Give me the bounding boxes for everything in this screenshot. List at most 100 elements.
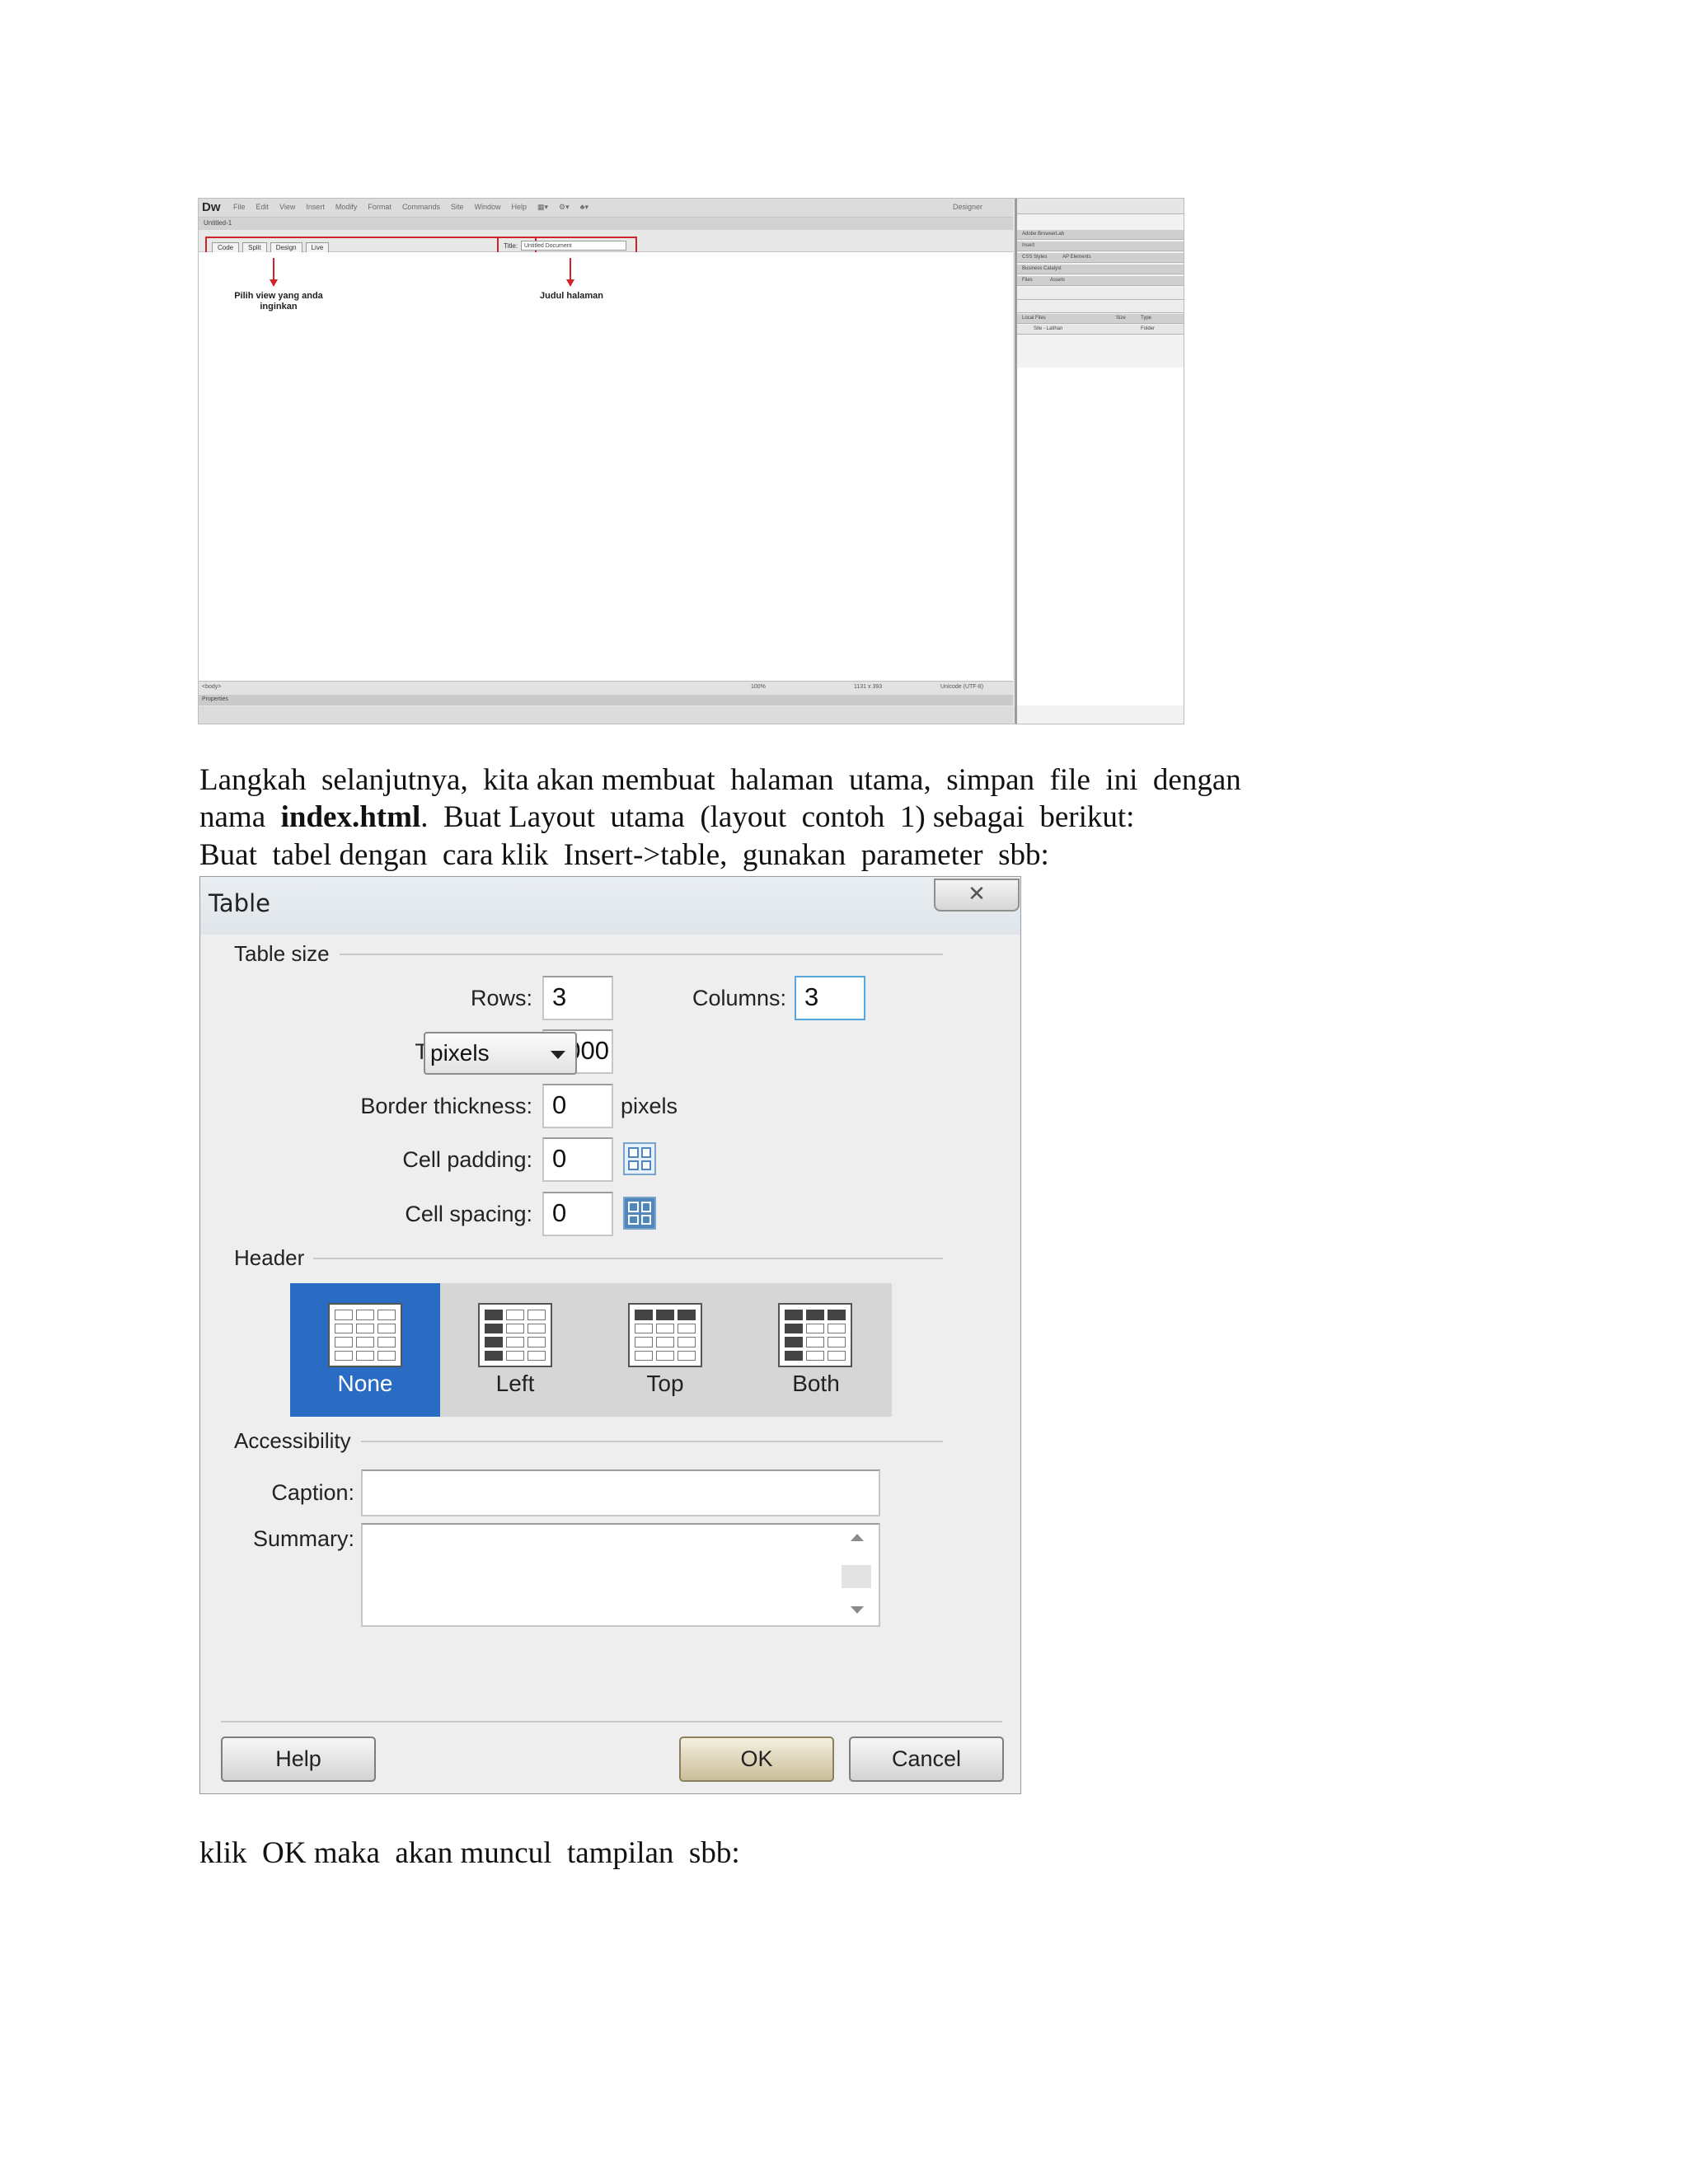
cell-spacing-input[interactable]: 0	[542, 1192, 613, 1236]
header-option-both[interactable]: Both	[740, 1283, 892, 1417]
title-label: Title:	[504, 242, 518, 250]
rows-input[interactable]: 3	[542, 976, 613, 1020]
dialog-title: Table	[209, 889, 270, 917]
rows-label: Rows:	[470, 986, 532, 1010]
menu-view[interactable]: View	[279, 203, 295, 212]
design-canvas[interactable]	[199, 252, 1013, 687]
cell-spacing-icon	[623, 1197, 656, 1230]
arrow-view	[273, 258, 274, 281]
paragraph-line-4: klik OK maka akan muncul tampilan sbb:	[199, 1836, 740, 1870]
ok-button[interactable]: OK	[679, 1736, 834, 1782]
menu-insert[interactable]: Insert	[306, 203, 325, 212]
extend-icon[interactable]: ♣▾	[580, 203, 588, 212]
annotation-title: Judul halaman	[539, 291, 604, 301]
header-option-top[interactable]: Top	[590, 1283, 740, 1417]
cell-padding-input[interactable]: 0	[542, 1137, 613, 1182]
table-both-header-icon	[778, 1303, 852, 1367]
menu-window[interactable]: Window	[474, 203, 500, 212]
files-row-name: Site - Latihan	[1034, 326, 1063, 331]
menu-format[interactable]: Format	[368, 203, 392, 212]
scroll-up-icon[interactable]	[851, 1534, 864, 1541]
menu-help[interactable]: Help	[511, 203, 527, 212]
rule-table-size	[340, 954, 943, 955]
document-tab[interactable]: Untitled-1	[199, 218, 1013, 230]
columns-input[interactable]: 3	[795, 976, 865, 1020]
section-accessibility: Accessibility	[234, 1428, 359, 1454]
design-view-button[interactable]: Design	[270, 241, 302, 253]
properties-header[interactable]: Properties	[199, 695, 1013, 705]
scroll-thumb[interactable]	[842, 1565, 871, 1588]
code-view-button[interactable]: Code	[212, 241, 240, 253]
paragraph-line-2: nama index.html. Buat Layout utama (layo…	[199, 799, 1134, 835]
table-none-icon	[328, 1303, 402, 1367]
title-input[interactable]: Untitled Document	[521, 241, 626, 251]
menu-file[interactable]: File	[233, 203, 246, 212]
paragraph-line-2-post: . Buat Layout utama (layout contoh 1) se…	[420, 800, 1135, 834]
width-unit-select[interactable]: pixels	[424, 1032, 577, 1075]
panel-insert[interactable]: Insert	[1017, 241, 1184, 251]
chevron-down-icon	[551, 1051, 565, 1059]
zoom-level[interactable]: 100%	[751, 684, 766, 690]
files-site-select[interactable]	[1017, 288, 1184, 300]
menu-site[interactable]: Site	[451, 203, 464, 212]
cell-padding-icon	[623, 1142, 656, 1175]
panel-label: Files	[1022, 278, 1033, 283]
header-option-label: Top	[646, 1371, 684, 1396]
caption-input[interactable]	[361, 1469, 880, 1516]
menu-modify[interactable]: Modify	[335, 203, 358, 212]
filename-bold: index.html	[280, 800, 421, 834]
dw-logo: Dw	[202, 200, 221, 214]
arrow-title-head	[566, 279, 574, 287]
cell-padding-label: Cell padding:	[402, 1147, 532, 1172]
border-thickness-input[interactable]: 0	[542, 1084, 613, 1128]
panel-label: CSS Styles	[1022, 255, 1048, 260]
panel-label: AP Elements	[1062, 255, 1091, 260]
panel-css[interactable]: CSS Styles AP Elements	[1017, 253, 1184, 263]
paragraph-line-1: Langkah selanjutnya, kita akan membuat h…	[199, 763, 1241, 797]
rule-buttons	[221, 1721, 1002, 1722]
panel-label: Business Catalyst	[1022, 266, 1062, 271]
menu-commands[interactable]: Commands	[402, 203, 440, 212]
gear-icon[interactable]: ⚙▾	[559, 203, 570, 212]
paragraph-line-2-pre: nama	[199, 800, 281, 834]
header-option-label: Both	[792, 1371, 840, 1396]
close-icon: ✕	[968, 882, 986, 907]
layout-icon[interactable]: ▦▾	[537, 203, 548, 212]
border-thickness-label: Border thickness:	[360, 1094, 532, 1118]
live-view-button[interactable]: Live	[305, 241, 330, 253]
summary-scrollbar[interactable]	[841, 1529, 872, 1624]
encoding: Unicode (UTF-8)	[940, 684, 984, 690]
panel-search[interactable]	[1017, 199, 1184, 214]
columns-label: Columns:	[692, 986, 786, 1010]
arrow-view-head	[270, 279, 278, 287]
header-option-label: Left	[495, 1371, 535, 1396]
header-option-none[interactable]: None	[290, 1283, 440, 1417]
summary-textarea[interactable]	[361, 1523, 880, 1627]
rule-accessibility	[361, 1441, 943, 1442]
panel-label: Insert	[1022, 243, 1035, 248]
close-button[interactable]: ✕	[934, 879, 1020, 912]
panel-label: Adobe BrowserLab	[1022, 232, 1065, 237]
annotation-view: Pilih view yang anda inginkan	[234, 291, 323, 312]
files-row[interactable]: Site - Latihan Folder	[1017, 325, 1184, 335]
menu-items: File Edit View Insert Modify Format Comm…	[233, 203, 588, 212]
menu-edit[interactable]: Edit	[256, 203, 270, 212]
files-col: Size	[1116, 316, 1126, 321]
cancel-button[interactable]: Cancel	[849, 1736, 1004, 1782]
help-button[interactable]: Help	[221, 1736, 376, 1782]
panel-files[interactable]: Files Assets	[1017, 276, 1184, 286]
dialog-titlebar[interactable]: Table ✕	[200, 877, 1020, 935]
panel-browserlab[interactable]: Adobe BrowserLab	[1017, 230, 1184, 240]
section-header: Header	[234, 1245, 313, 1271]
scroll-down-icon[interactable]	[851, 1606, 864, 1614]
document-tab-label: Untitled-1	[204, 219, 232, 227]
workspace-switcher[interactable]: Designer	[953, 203, 982, 211]
files-col: Type	[1141, 316, 1152, 321]
border-unit-label: pixels	[621, 1094, 678, 1118]
tag-selector[interactable]: <body>	[202, 684, 221, 690]
window-size[interactable]: 1131 x 393	[854, 684, 882, 690]
files-toolbar	[1017, 301, 1184, 313]
panel-business[interactable]: Business Catalyst	[1017, 265, 1184, 274]
header-option-left[interactable]: Left	[440, 1283, 590, 1417]
split-view-button[interactable]: Split	[242, 241, 267, 253]
